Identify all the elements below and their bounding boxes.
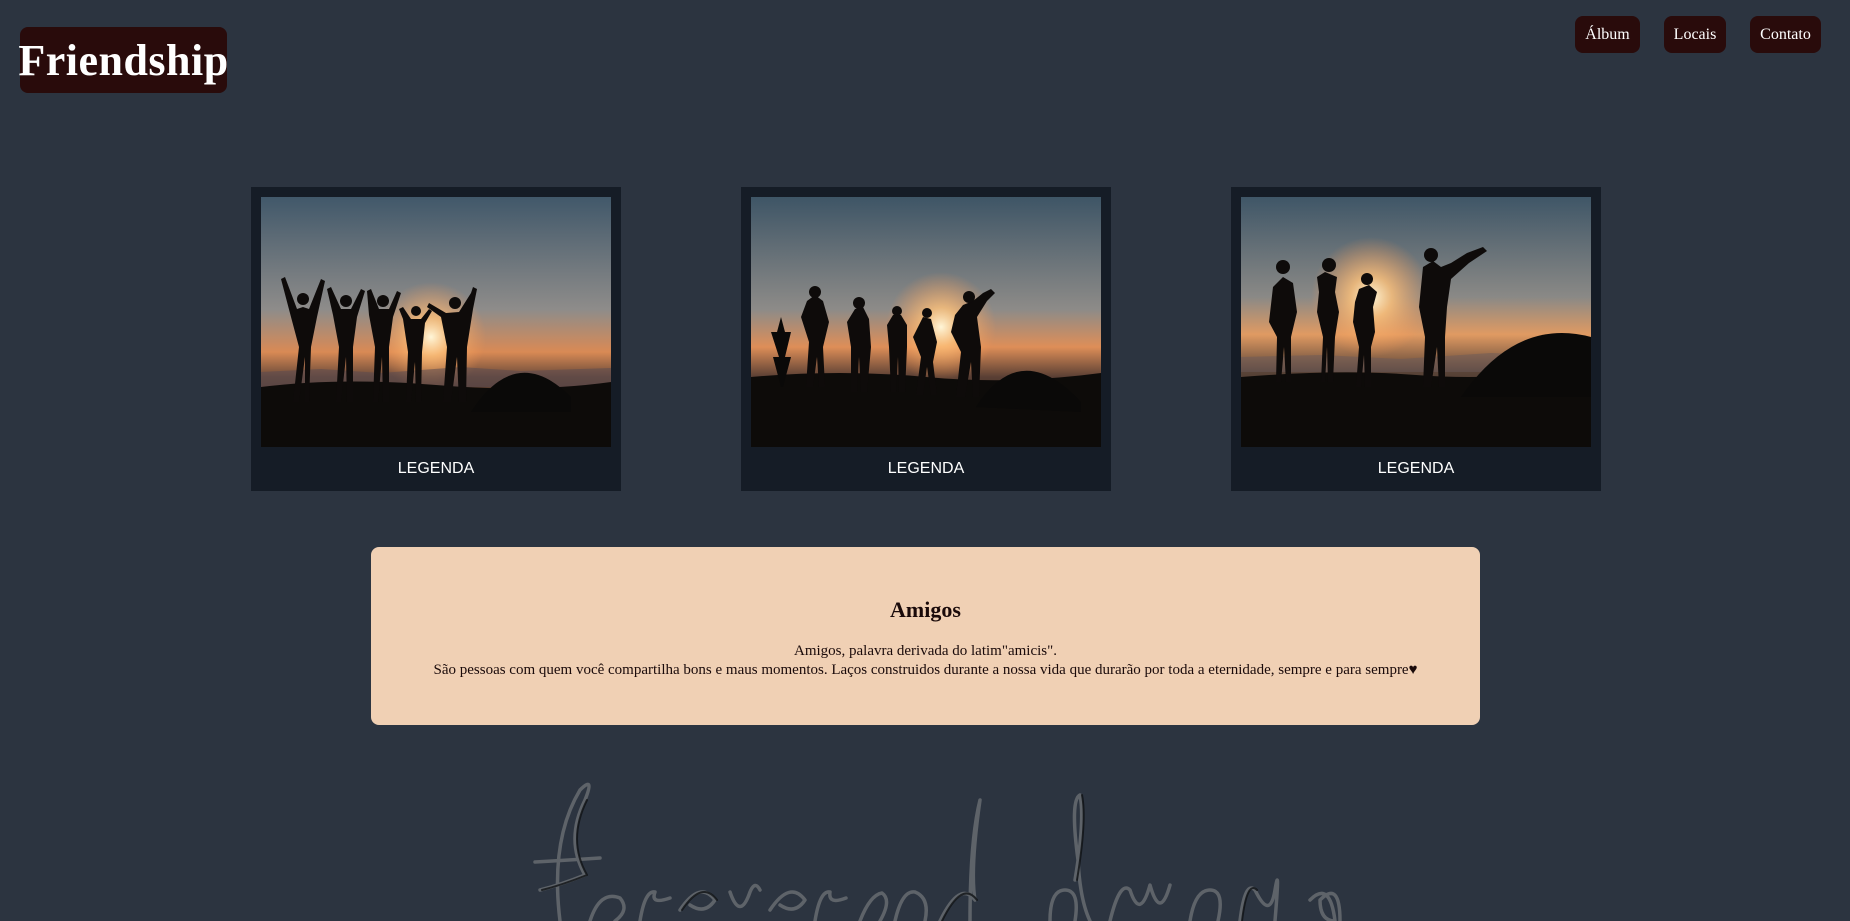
nav-contato-button[interactable]: Contato	[1750, 16, 1821, 53]
site-logo[interactable]: Friendship	[18, 27, 228, 93]
gallery-caption: LEGENDA	[397, 460, 475, 477]
gallery-photo	[1241, 197, 1591, 447]
forever-and-always-handwriting	[530, 780, 1350, 921]
nav-locais-button[interactable]: Locais	[1664, 16, 1726, 53]
main-nav: Álbum Locais Contato	[1575, 16, 1821, 53]
handwritten-script-image	[533, 782, 1342, 921]
friends-sunset-photo	[751, 197, 1101, 447]
gallery-photo	[261, 197, 611, 447]
gallery-card: LEGENDA	[741, 187, 1111, 491]
friends-sunset-photo	[1241, 197, 1591, 447]
gallery-caption: LEGENDA	[887, 460, 965, 477]
about-title: Amigos	[890, 597, 961, 622]
gallery-card: LEGENDA	[251, 187, 621, 491]
photo-gallery: LEGENDA LEGENDA LEGENDA	[0, 187, 1850, 491]
gallery-photo	[751, 197, 1101, 447]
page: Friendship Álbum Locais Contato LEGENDA …	[0, 0, 1850, 921]
gallery-caption: LEGENDA	[1377, 460, 1455, 477]
about-text-line-2: São pessoas com quem você compartilha bo…	[433, 662, 1418, 678]
about-panel: Amigos Amigos, palavra derivada do latim…	[371, 547, 1480, 725]
friends-sunset-photo	[261, 197, 611, 447]
gallery-card: LEGENDA	[1231, 187, 1601, 491]
nav-album-button[interactable]: Álbum	[1575, 16, 1640, 53]
about-text-line-1: Amigos, palavra derivada do latim"amicis…	[793, 643, 1057, 659]
